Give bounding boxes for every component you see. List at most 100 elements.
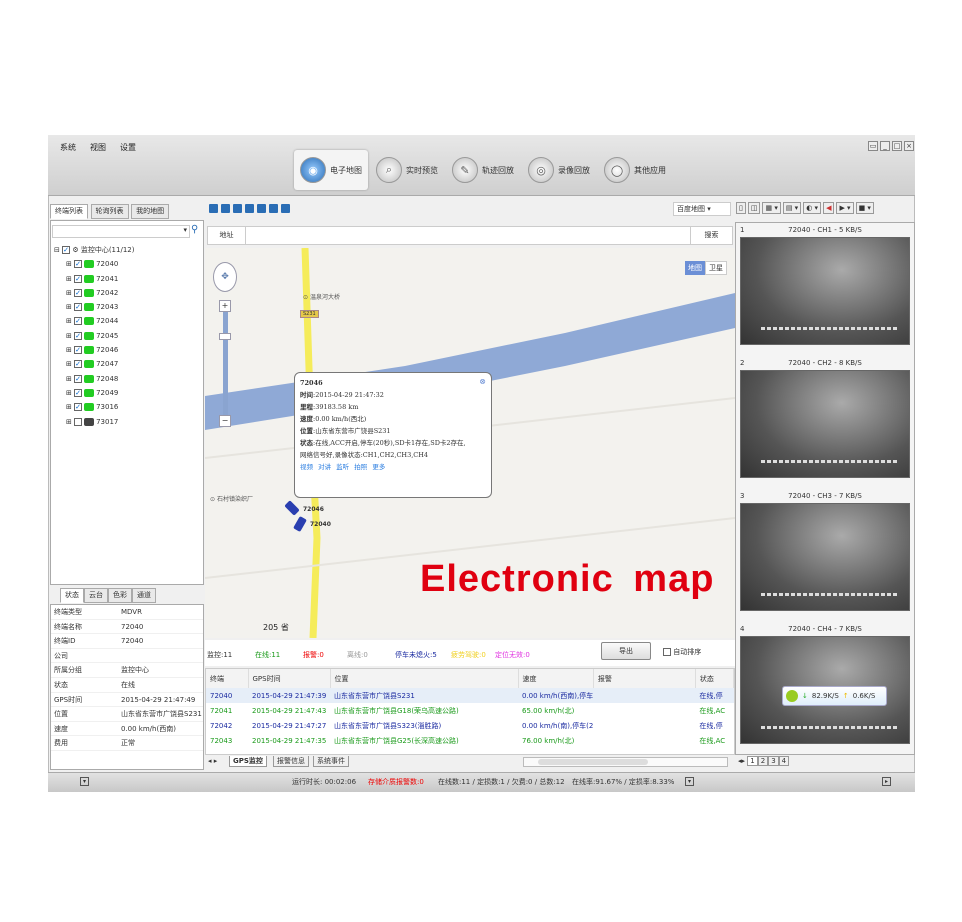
stat-online[interactable]: 在线:11 (255, 650, 280, 660)
zoom-slider[interactable] (223, 303, 228, 423)
auto-sort-checkbox[interactable]: 自动排序 (663, 647, 701, 657)
tab-poll-list[interactable]: 轮询列表 (90, 204, 129, 219)
checkbox[interactable]: ✓ (74, 260, 83, 269)
tree-vehicle[interactable]: ⊞ ✓ 73016 (54, 400, 202, 414)
nav-electronic-map[interactable]: ◉ 电子地图 (294, 150, 368, 190)
tree-vehicle[interactable]: ⊞ ✓ 72049 (54, 386, 202, 400)
stat-fatigue[interactable]: 疲劳驾驶:0 (451, 650, 486, 660)
map-type-map[interactable]: 地图 (685, 261, 705, 275)
video-feed[interactable] (740, 370, 910, 478)
checkbox[interactable]: ✓ (74, 388, 83, 397)
table-row[interactable]: 72042 2015-04-29 21:47:27 山东省东营市广饶县S323(淄胜… (206, 718, 734, 733)
nav-record-playback[interactable]: ◎ 录像回放 (522, 150, 596, 190)
tab-color[interactable]: 色彩 (108, 588, 132, 603)
video-page-1[interactable]: 1 (747, 756, 758, 766)
status-menu-icon[interactable]: ▾ (685, 777, 694, 786)
checkbox[interactable] (663, 648, 671, 656)
line-icon[interactable] (245, 204, 254, 213)
nav-other-apps[interactable]: ◯ 其他应用 (598, 150, 672, 190)
video-cell[interactable]: 1 72040 - CH1 - 5 KB/S (738, 223, 912, 354)
checkbox[interactable]: ✓ (74, 346, 83, 355)
minimize-icon[interactable]: _ (880, 141, 890, 151)
map-canvas[interactable]: ✥ + − 地图 卫星 ⊙ 温泉河大桥 S231 ⊙ 石村镇染织厂 205 省 … (205, 248, 735, 638)
zoom-out-button[interactable]: − (219, 415, 231, 427)
checkbox[interactable]: ✓ (62, 246, 71, 254)
video-page-3[interactable]: 3 (768, 756, 779, 766)
talk-icon[interactable]: ◫ (747, 202, 761, 214)
stat-invalid-location[interactable]: 定位无效:0 (495, 650, 530, 660)
table-row[interactable]: 72040 2015-04-29 21:47:39 山东省东营市广饶县S231 0.0… (206, 688, 734, 703)
nav-track-playback[interactable]: ✎ 轨迹回放 (446, 150, 520, 190)
menu-view[interactable]: 视图 (90, 142, 106, 153)
tree-vehicle[interactable]: ⊞ ✓ 72043 (54, 300, 202, 314)
table-row[interactable]: 72043 2015-04-29 21:47:35 山东省东营市广饶县G25(长深高… (206, 733, 734, 748)
tree-root[interactable]: ⊟ ✓ ⚙ 监控中心(11/12) (54, 243, 202, 257)
stop-icon[interactable]: ■ ▾ (855, 202, 874, 214)
checkbox[interactable] (74, 417, 83, 426)
video-cell[interactable]: 2 72040 - CH2 - 8 KB/S (738, 356, 912, 487)
map-type-satellite[interactable]: 卫星 (705, 261, 727, 275)
stat-alarm[interactable]: 报警:0 (303, 650, 324, 660)
menu-system[interactable]: 系统 (60, 142, 76, 153)
tab-scroll-arrows[interactable]: ◂ ▸ (208, 757, 217, 765)
link-listen[interactable]: 监听 (336, 463, 349, 471)
export-button[interactable]: 导出 (601, 642, 651, 660)
collapse-right-icon[interactable]: ▸ (882, 777, 891, 786)
tree-vehicle[interactable]: ⊞ ✓ 72040 (54, 257, 202, 271)
skin-icon[interactable]: ▭ (868, 141, 878, 151)
close-popup-icon[interactable]: ⊗ (479, 376, 486, 388)
snapshot-icon[interactable]: ▯ (736, 202, 746, 214)
audio-icon[interactable]: ◀ (823, 202, 835, 214)
ptz-icon[interactable]: ◐ ▾ (803, 202, 822, 214)
horizontal-scrollbar[interactable] (523, 757, 728, 767)
checkbox[interactable]: ✓ (74, 274, 83, 283)
rect-select-icon[interactable] (221, 204, 230, 213)
menu-settings[interactable]: 设置 (120, 142, 136, 153)
tab-gps-monitor[interactable]: GPS监控 (229, 756, 267, 767)
expand-icon[interactable]: ▾ (80, 777, 89, 786)
tree-vehicle[interactable]: ⊞ ✓ 72046 (54, 343, 202, 357)
video-feed[interactable] (740, 503, 910, 611)
nav-live-preview[interactable]: ⌕ 实时预览 (370, 150, 444, 190)
checkbox[interactable]: ✓ (74, 288, 83, 297)
column-header[interactable]: 速度 (518, 669, 594, 688)
column-header[interactable]: GPS时间 (248, 669, 331, 688)
fullscreen-icon[interactable] (269, 204, 278, 213)
checkbox[interactable]: ✓ (74, 317, 83, 326)
tab-my-map[interactable]: 我的地图 (131, 204, 170, 219)
column-header[interactable]: 终端 (206, 669, 249, 688)
tab-system-events[interactable]: 系统事件 (313, 756, 349, 767)
search-button[interactable]: 搜索 (690, 227, 732, 244)
video-page-2[interactable]: 2 (757, 756, 769, 766)
tab-ptz[interactable]: 云台 (84, 588, 108, 603)
tree-vehicle[interactable]: ⊞ 73017 (54, 415, 202, 429)
checkbox[interactable]: ✓ (74, 303, 83, 312)
pan-control[interactable]: ✥ (213, 262, 237, 292)
terminal-search-input[interactable]: ▾ (52, 225, 190, 238)
checkbox[interactable]: ✓ (74, 403, 83, 412)
video-feed[interactable] (740, 237, 910, 345)
stat-parking[interactable]: 停车未熄火:5 (395, 650, 437, 660)
column-header[interactable]: 报警 (593, 669, 696, 688)
zoom-in-button[interactable]: + (219, 300, 231, 312)
video-cell[interactable]: 3 72040 - CH3 - 7 KB/S (738, 489, 912, 620)
page-scroll-arrows[interactable]: ◂▸ (738, 757, 745, 765)
layout-icon[interactable]: ▦ ▾ (762, 202, 781, 214)
link-video[interactable]: 视频 (300, 463, 313, 471)
checkbox[interactable]: ✓ (74, 331, 83, 340)
tree-vehicle[interactable]: ⊞ ✓ 72048 (54, 372, 202, 386)
play-icon[interactable]: ▶ ▾ (836, 202, 854, 214)
zoom-icon[interactable] (257, 204, 266, 213)
pointer-icon[interactable] (209, 204, 218, 213)
zoom-slider-handle[interactable] (219, 333, 231, 340)
search-icon[interactable]: ⚲ (191, 224, 198, 235)
video-page-4[interactable]: 4 (778, 756, 790, 766)
stat-offline[interactable]: 离线:0 (347, 650, 368, 660)
maximize-icon[interactable]: □ (892, 141, 902, 151)
link-photo[interactable]: 拍照 (354, 463, 367, 471)
column-header[interactable]: 状态 (695, 669, 734, 688)
checkbox[interactable]: ✓ (74, 360, 83, 369)
checkbox[interactable]: ✓ (74, 374, 83, 383)
map-provider-select[interactable]: 百度地图 ▾ (673, 202, 731, 216)
tree-vehicle[interactable]: ⊞ ✓ 72047 (54, 357, 202, 371)
